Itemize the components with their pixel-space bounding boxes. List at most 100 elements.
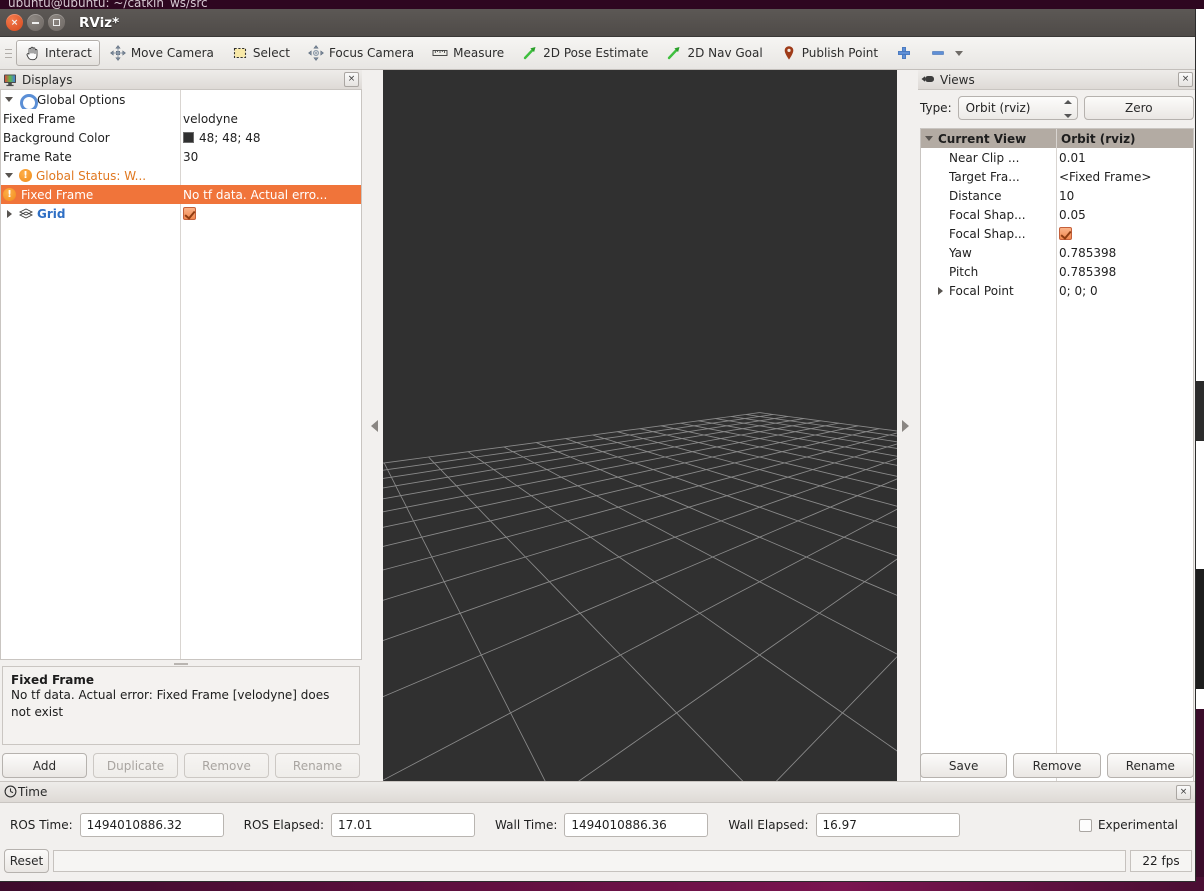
wall-time-input[interactable]: 1494010886.36: [564, 813, 709, 837]
status-title: Fixed Frame: [11, 673, 95, 687]
displays-button-row: Add Duplicate Remove Rename: [2, 753, 360, 778]
table-row[interactable]: Fixed Frame velodyne: [1, 109, 361, 128]
tool-move-camera[interactable]: Move Camera: [102, 40, 222, 66]
displays-close-icon[interactable]: ×: [344, 72, 359, 87]
row-value-color[interactable]: 48; 48; 48: [183, 128, 361, 147]
row-label: Target Fra...: [949, 169, 1020, 184]
monitor-icon: [3, 73, 17, 87]
row-label: Focal Point: [949, 283, 1014, 298]
row-value[interactable]: No tf data. Actual erro...: [183, 185, 361, 204]
minimize-icon[interactable]: [27, 14, 44, 31]
remove-button: Remove: [184, 753, 269, 778]
table-row[interactable]: Focal Point 0; 0; 0: [921, 281, 1193, 300]
row-value[interactable]: 30: [183, 147, 361, 166]
tool-2d-nav-goal[interactable]: 2D Nav Goal: [658, 40, 770, 66]
map-pin-icon: [781, 45, 797, 61]
row-value[interactable]: <Fixed Frame>: [1059, 167, 1151, 186]
wall-elapsed-input[interactable]: 16.97: [815, 813, 960, 837]
views-tree[interactable]: Current View Orbit (rviz) Near Clip ... …: [920, 128, 1194, 803]
table-row[interactable]: ! Fixed Frame No tf data. Actual erro...: [1, 185, 361, 204]
table-row[interactable]: Pitch 0.785398: [921, 262, 1193, 281]
expander-right-icon[interactable]: [3, 204, 15, 223]
move-camera-icon: [109, 45, 126, 61]
ros-elapsed-label: ROS Elapsed:: [243, 818, 325, 832]
window-title: RViz*: [79, 14, 120, 31]
add-button[interactable]: Add: [2, 753, 87, 778]
tool-focus-camera[interactable]: Focus Camera: [300, 40, 422, 66]
table-row[interactable]: Frame Rate 30: [1, 147, 361, 166]
table-row[interactable]: Focal Shap...: [921, 224, 1193, 243]
tool-interact[interactable]: Interact: [16, 40, 100, 66]
row-value[interactable]: 0.785398: [1059, 243, 1116, 262]
duplicate-button: Duplicate: [93, 753, 178, 778]
row-value-checkbox[interactable]: [183, 204, 361, 223]
row-value-checkbox[interactable]: [1059, 224, 1072, 243]
hand-cursor-icon: [24, 45, 40, 61]
zero-button[interactable]: Zero: [1083, 96, 1194, 120]
row-value[interactable]: velodyne: [183, 109, 361, 128]
rviz-main-window: × RViz* Interact Move Camera Select Focu…: [0, 9, 1196, 882]
expander-down-icon[interactable]: [3, 90, 15, 109]
views-remove-button[interactable]: Remove: [1013, 753, 1101, 778]
remove-tool-button[interactable]: [922, 40, 971, 66]
view-type-select[interactable]: Orbit (rviz): [957, 96, 1078, 120]
render-viewport-3d[interactable]: [383, 70, 906, 781]
nav-goal-arrow-icon: [666, 45, 682, 61]
table-row[interactable]: Global Options: [1, 90, 361, 109]
time-close-icon[interactable]: ×: [1176, 784, 1191, 800]
chevron-down-icon[interactable]: [955, 50, 964, 56]
row-value[interactable]: 0.05: [1059, 205, 1086, 224]
save-button[interactable]: Save: [920, 753, 1008, 778]
table-row[interactable]: Distance 10: [921, 186, 1193, 205]
views-rename-button[interactable]: Rename: [1106, 753, 1194, 778]
row-value[interactable]: 0; 0; 0: [1059, 281, 1098, 300]
expander-right-icon[interactable]: [934, 281, 946, 300]
collapse-left-handle[interactable]: [366, 70, 383, 781]
window-controls: ×: [0, 14, 65, 31]
expander-down-icon[interactable]: [3, 166, 15, 185]
screen: ubuntu@ubuntu: ~/catkin_ws/src × RViz* I…: [0, 0, 1204, 891]
enabled-checkbox[interactable]: [1059, 227, 1072, 240]
close-icon[interactable]: ×: [6, 14, 23, 31]
warning-icon: !: [19, 169, 32, 182]
window-titlebar: × RViz*: [0, 9, 1195, 37]
row-value[interactable]: 0.785398: [1059, 262, 1116, 281]
tool-select[interactable]: Select: [224, 40, 298, 66]
enabled-checkbox[interactable]: [183, 207, 196, 220]
wall-elapsed-label: Wall Elapsed:: [728, 818, 809, 832]
views-tree-header: Current View Orbit (rviz): [921, 129, 1193, 148]
maximize-icon[interactable]: [48, 14, 65, 31]
experimental-checkbox[interactable]: [1078, 818, 1092, 832]
table-row[interactable]: Background Color 48; 48; 48: [1, 128, 361, 147]
views-panel-title: Views: [940, 72, 975, 87]
tool-measure[interactable]: Measure: [424, 40, 512, 66]
add-tool-button[interactable]: [888, 40, 920, 66]
tool-publish-point[interactable]: Publish Point: [773, 40, 886, 66]
tool-2d-pose-estimate[interactable]: 2D Pose Estimate: [514, 40, 656, 66]
views-header-col1: Current View: [938, 131, 1027, 146]
experimental-toggle[interactable]: Experimental: [1078, 818, 1178, 832]
row-label: Pitch: [949, 264, 979, 279]
table-row[interactable]: Yaw 0.785398: [921, 243, 1193, 262]
ros-time-input[interactable]: 1494010886.32: [79, 813, 224, 837]
status-detail-box: Fixed Frame No tf data. Actual error: Fi…: [2, 666, 360, 745]
row-value[interactable]: 10: [1059, 186, 1074, 205]
toolbar-grip[interactable]: [3, 43, 13, 63]
row-value[interactable]: 0.01: [1059, 148, 1086, 167]
table-row[interactable]: Grid: [1, 204, 361, 223]
reset-button[interactable]: Reset: [4, 849, 49, 873]
progress-bar: [53, 850, 1126, 872]
collapse-right-handle[interactable]: [897, 70, 914, 781]
table-row[interactable]: Focal Shap... 0.05: [921, 205, 1193, 224]
table-row[interactable]: Near Clip ... 0.01: [921, 148, 1193, 167]
views-header-col2: Orbit (rviz): [1061, 131, 1136, 146]
ros-time-label: ROS Time:: [10, 818, 73, 832]
views-close-icon[interactable]: ×: [1178, 72, 1193, 87]
ros-elapsed-input[interactable]: 17.01: [331, 813, 476, 837]
table-row[interactable]: ! Global Status: W...: [1, 166, 361, 185]
spinner-icon[interactable]: [1063, 100, 1072, 118]
expander-down-icon[interactable]: [923, 129, 935, 148]
displays-tree[interactable]: Global Options Fixed Frame velodyne Back: [0, 90, 362, 660]
tool-2d-pose-estimate-label: 2D Pose Estimate: [543, 46, 649, 60]
table-row[interactable]: Target Fra... <Fixed Frame>: [921, 167, 1193, 186]
